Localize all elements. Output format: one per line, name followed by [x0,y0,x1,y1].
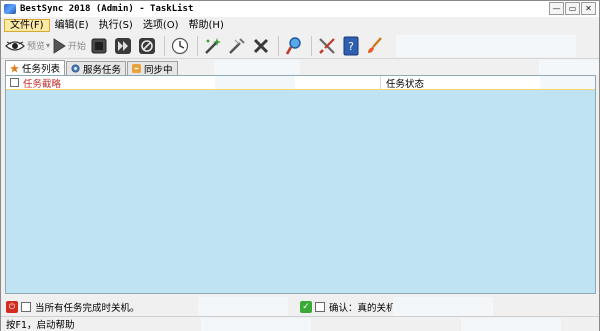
gear-icon [71,64,80,73]
cancel-icon [138,37,156,55]
column-task-status-label: 任务状态 [386,78,425,90]
play-icon [52,37,66,54]
checkmark-icon: ✓ [300,301,312,313]
search-icon [285,36,303,56]
stop-icon [90,37,108,55]
menu-edit[interactable]: 编辑(E) [50,19,94,32]
shutdown-checkbox[interactable] [21,301,31,312]
fast-forward-button[interactable] [112,35,134,57]
fast-forward-icon [114,37,132,55]
tab-syncing[interactable]: 同步中 [127,61,178,76]
tab-strip: 任务列表 服务任务 同步中 [5,60,179,76]
power-icon: ⏻ [6,300,18,313]
edit-task-button[interactable] [226,35,248,57]
menu-file[interactable]: 文件(F) [4,19,50,32]
start-label: 开始 [68,42,87,52]
preview-button[interactable]: 预览 ▾ [5,35,50,57]
stop-button[interactable] [88,35,110,57]
column-task-summary-label: 任务截略 [23,78,62,90]
tab-service-tasks[interactable]: 服务任务 [66,61,127,76]
tab-task-list[interactable]: 任务列表 [5,60,66,75]
shutdown-label: 当所有任务完成时关机。 [35,302,140,314]
svg-text:?: ? [348,40,354,53]
redacted-region [198,297,288,316]
menu-help[interactable]: 帮助(H) [184,19,229,32]
column-task-status[interactable]: 任务状态 [381,76,424,90]
help-book-button[interactable]: ? [340,35,362,57]
redacted-region [396,35,576,57]
redacted-region [214,60,300,75]
delete-task-button[interactable] [250,35,272,57]
app-logo-icon [4,4,16,14]
new-task-wand-icon [203,36,223,56]
redacted-region [539,60,599,75]
toolbar-separator [278,35,280,56]
redacted-region [461,318,561,331]
confirm-checkbox[interactable] [315,302,325,312]
help-book-icon: ? [343,36,359,56]
sync-icon [132,64,142,73]
delete-task-icon [252,37,270,55]
app-window: BestSync 2018 (Admin) - TaskList — ▭ ✕ 文… [0,0,600,331]
search-button[interactable] [283,35,305,57]
toolbar-separator [164,35,166,56]
toolbar-separator [311,35,313,56]
grid-header: 任务截略 任务状态 [6,75,595,90]
chevron-down-icon: ▾ [46,41,51,50]
task-grid[interactable]: 任务截略 任务状态 [5,75,596,294]
brush-icon [365,36,385,56]
cancel-button[interactable] [136,35,158,57]
new-task-button[interactable] [202,35,224,57]
title-bar: BestSync 2018 (Admin) - TaskList — ▭ ✕ [1,1,599,17]
star-icon [10,63,19,73]
confirm-group: ✓ 确认：真的关机吗 [300,300,405,314]
menu-bar: 文件(F) 编辑(E) 执行(S) 选项(O) 帮助(H) [1,18,599,33]
redacted-region [540,76,595,89]
select-all-checkbox[interactable] [10,78,19,87]
start-button[interactable]: 开始 [52,35,86,57]
close-button[interactable]: ✕ [581,2,596,15]
status-text: 按F1，启动帮助 [6,320,75,331]
column-task-summary[interactable]: 任务截略 [6,75,381,90]
schedule-clock-icon [171,37,189,55]
redacted-region [201,318,311,331]
tab-service-tasks-label: 服务任务 [83,64,122,76]
options-bar: ⏻ 当所有任务完成时关机。 ✓ 确认：真的关机吗 [1,297,599,316]
status-bar: 按F1，启动帮助 [1,316,599,331]
tools-button[interactable] [316,35,338,57]
minimize-button[interactable]: — [549,2,564,15]
edit-task-icon [227,36,247,56]
eye-icon [5,40,25,52]
brush-button[interactable] [364,35,386,57]
tab-syncing-label: 同步中 [144,64,173,76]
window-title: BestSync 2018 (Admin) - TaskList [20,4,194,14]
redacted-region [393,297,493,316]
toolbar-separator [197,35,199,56]
window-controls: — ▭ ✕ [549,2,596,15]
restore-button[interactable]: ▭ [565,2,580,15]
menu-execute[interactable]: 执行(S) [94,19,138,32]
redacted-region [215,76,295,89]
schedule-button[interactable] [169,35,191,57]
tools-icon [317,36,337,56]
preview-label: 预览 [27,42,46,52]
toolbar: 预览 ▾ 开始 ? [1,33,599,59]
tab-task-list-label: 任务列表 [22,64,61,75]
menu-options[interactable]: 选项(O) [138,19,184,32]
